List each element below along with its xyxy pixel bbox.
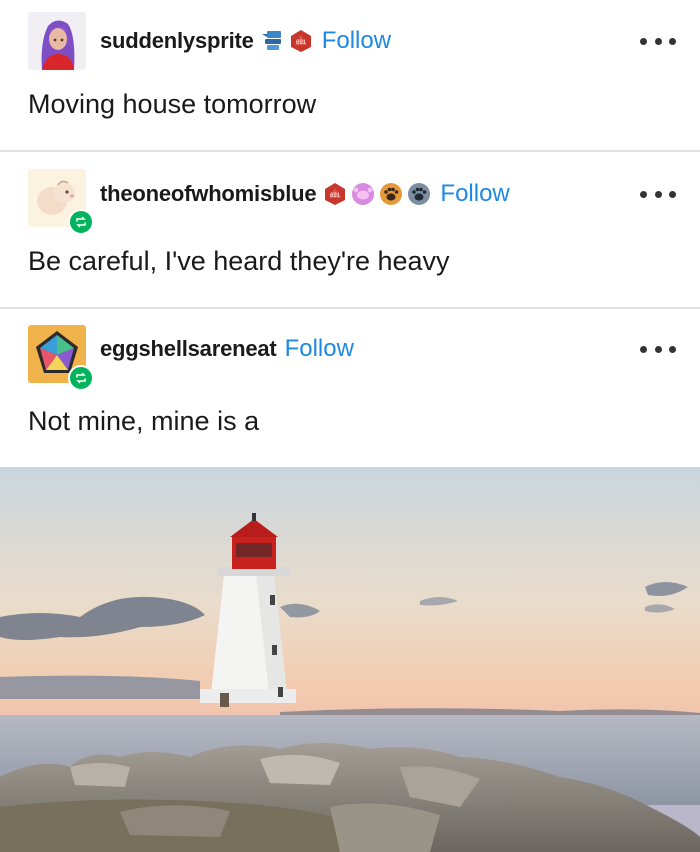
paw-print-badge-icon[interactable] bbox=[378, 181, 404, 207]
post-text: Not mine, mine is a bbox=[28, 406, 260, 436]
post-original: suddenlysprite 691 Follow Moving house t… bbox=[0, 0, 700, 150]
badge-group: 691 bbox=[260, 28, 314, 54]
d20-die-badge-icon[interactable]: 691 bbox=[288, 28, 314, 54]
reblog-icon bbox=[68, 365, 94, 391]
post-header: theoneofwhomisblue 691 Follow bbox=[100, 174, 510, 214]
post-reblog: theoneofwhomisblue 691 Follow Be careful… bbox=[0, 152, 700, 307]
bird-pet-badge-icon[interactable] bbox=[260, 28, 286, 54]
post-text: Moving house tomorrow bbox=[28, 89, 317, 119]
more-options-icon[interactable] bbox=[640, 184, 676, 204]
reblog-icon bbox=[68, 209, 94, 235]
more-options-icon[interactable] bbox=[640, 339, 676, 359]
post-header: suddenlysprite 691 Follow bbox=[100, 21, 391, 61]
svg-text:691: 691 bbox=[296, 40, 307, 46]
follow-button[interactable]: Follow bbox=[440, 180, 509, 208]
badge-group: 691 bbox=[322, 181, 432, 207]
paw-print-badge-icon[interactable] bbox=[406, 181, 432, 207]
avatar-eggshellsareneat[interactable] bbox=[28, 325, 94, 391]
username[interactable]: eggshellsareneat bbox=[100, 336, 277, 362]
username[interactable]: theoneofwhomisblue bbox=[100, 181, 317, 207]
post-text: Be careful, I've heard they're heavy bbox=[28, 246, 450, 276]
avatar-theoneofwhomisblue[interactable] bbox=[28, 169, 94, 235]
more-options-icon[interactable] bbox=[640, 31, 676, 51]
avatar-suddenlysprite[interactable] bbox=[28, 12, 86, 70]
lighthouse-photo bbox=[0, 467, 700, 852]
follow-button[interactable]: Follow bbox=[285, 335, 354, 363]
svg-text:691: 691 bbox=[330, 193, 341, 199]
username[interactable]: suddenlysprite bbox=[100, 28, 254, 54]
post-reblog: eggshellsareneat Follow Not mine, mine i… bbox=[0, 309, 700, 467]
crab-badge-icon[interactable] bbox=[350, 181, 376, 207]
follow-button[interactable]: Follow bbox=[322, 27, 391, 55]
post-header: eggshellsareneat Follow bbox=[100, 329, 354, 369]
d20-die-badge-icon[interactable]: 691 bbox=[322, 181, 348, 207]
